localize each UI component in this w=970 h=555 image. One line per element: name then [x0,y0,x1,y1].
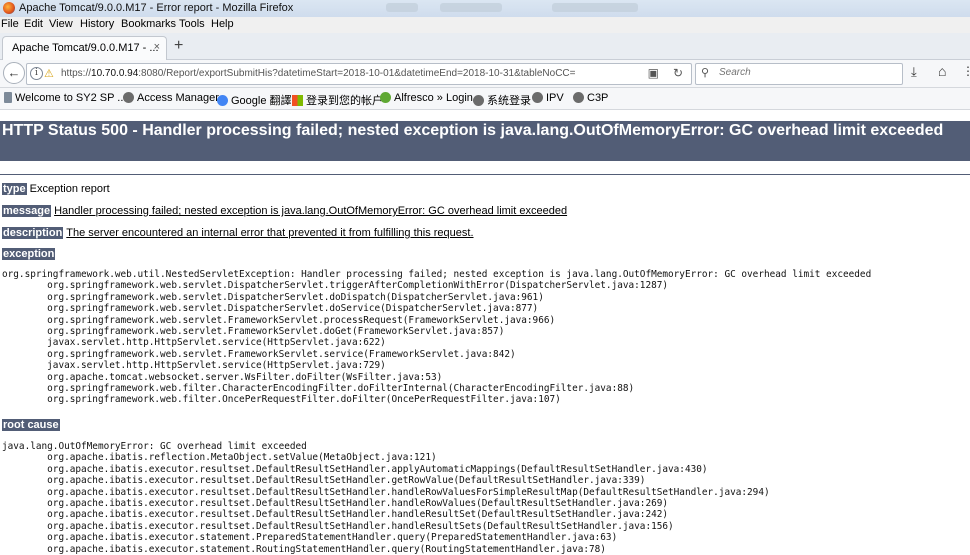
home-icon[interactable]: ⌂ [938,63,946,79]
trace-frame-line: org.apache.ibatis.executor.resultset.Def… [47,498,669,510]
trace-frame-line: javax.servlet.http.HttpServlet.service(H… [47,360,386,372]
bookmark-login-account[interactable]: 登录到您的帐户 [292,92,383,108]
page-content: HTTP Status 500 - Handler processing fai… [0,110,970,555]
type-label: type [2,183,27,195]
trace-frame-line: org.springframework.web.filter.Character… [47,383,635,395]
url-path: :8080/Report/exportSubmitHis?datetimeSta… [138,68,576,79]
bookmark-label: 登录到您的帐户 [306,95,383,107]
menu-help[interactable]: Help [211,18,234,30]
trace-frame-line: org.apache.ibatis.executor.resultset.Def… [47,520,674,532]
trace-frame-line: org.springframework.web.servlet.Dispatch… [47,303,539,315]
message-value: Handler processing failed; nested except… [54,205,568,217]
close-tab-icon[interactable]: × [154,41,160,53]
root-cause-label: root cause [2,419,60,431]
menu-bookmarks[interactable]: Bookmarks [121,18,176,30]
google-icon [217,95,228,106]
reader-view-icon[interactable]: ▣ [648,66,659,80]
menu-view[interactable]: View [49,18,73,30]
exception-stack-trace: org.springframework.web.util.NestedServl… [2,269,871,406]
address-bar[interactable]: i ⚠ https://10.70.0.94:8080/Report/expor… [26,63,692,85]
downloads-arrow-icon[interactable]: ⤓ [911,64,917,80]
trace-frame-line: org.apache.ibatis.executor.statement.Rou… [47,543,606,555]
url-prefix: https:// [61,68,92,79]
overflow-chevron-icon[interactable]: ⋮ [962,64,970,78]
trace-frame-line: org.apache.tomcat.websocket.server.WsFil… [47,371,443,383]
firefox-logo-icon [3,2,15,14]
globe-icon [123,92,134,103]
menu-edit[interactable]: Edit [24,18,43,30]
exception-label: exception [2,248,56,260]
blurred-taskbar-text [440,3,502,12]
bookmark-label: IPV [546,92,564,104]
bookmark-access-manager[interactable]: Access Manager [123,92,219,104]
trace-frame-line: org.springframework.web.filter.OncePerRe… [47,394,561,406]
type-row: type Exception report [2,183,110,195]
trace-header-line: org.springframework.web.util.NestedServl… [2,269,872,280]
menu-tools[interactable]: Tools [179,18,205,30]
tab-label: Apache Tomcat/9.0.0.M17 - ... [12,42,159,54]
info-icon[interactable]: i [30,67,43,80]
bookmark-label: C3P [587,92,609,104]
new-tab-plus-icon[interactable]: + [174,37,183,55]
trace-frame-line: org.springframework.web.servlet.Dispatch… [47,291,544,303]
search-box[interactable]: ⚲ [695,63,903,85]
bookmark-label: 系统登录 [487,95,531,107]
globe-icon [532,92,543,103]
trace-frame-line: org.apache.ibatis.executor.resultset.Def… [47,463,708,475]
bookmark-c3p[interactable]: C3P [573,92,608,104]
divider [0,174,970,175]
bookmark-alfresco[interactable]: Alfresco » Login [380,92,473,104]
message-row: message Handler processing failed; nested… [2,205,567,217]
trace-frame-line: org.springframework.web.servlet.Framewor… [47,314,556,326]
trace-frame-line: org.springframework.web.servlet.Dispatch… [47,280,669,292]
trace-frame-line: javax.servlet.http.HttpServlet.service(H… [47,337,386,349]
description-row: description The server encountered an int… [2,227,474,239]
globe-icon [473,95,484,106]
trace-frame-line: org.apache.ibatis.executor.resultset.Def… [47,475,646,487]
bookmark-welcome[interactable]: Welcome to SY2 SP ... [4,92,126,104]
menu-file[interactable]: File [1,18,19,30]
type-value: Exception report [29,183,110,195]
page-icon [4,92,12,103]
description-value: The server encountered an internal error… [66,227,474,239]
trace-frame-line: org.apache.ibatis.executor.resultset.Def… [47,486,770,498]
trace-frame-line: org.apache.ibatis.reflection.MetaObject.… [47,452,437,464]
tab-error-report[interactable]: Apache Tomcat/9.0.0.M17 - ... × [2,36,167,60]
microsoft-icon [292,95,303,106]
bookmark-system-login[interactable]: 系统登录 [473,92,531,108]
window-title: Apache Tomcat/9.0.0.M17 - Error report -… [19,2,294,14]
trace-frame-line: org.apache.ibatis.executor.statement.Pre… [47,532,618,544]
insecure-lock-warning-icon[interactable]: ⚠ [44,67,54,80]
blurred-taskbar-text [386,3,418,12]
tab-strip: Apache Tomcat/9.0.0.M17 - ... × + [0,33,970,60]
menu-bar: File Edit View History Bookmarks Tools H… [0,17,970,33]
trace-frame-line: org.apache.ibatis.executor.resultset.Def… [47,509,669,521]
alfresco-icon [380,92,391,103]
search-icon: ⚲ [701,67,710,79]
bookmark-label: Welcome to SY2 SP ... [15,92,127,104]
search-input[interactable] [717,66,891,79]
description-label: description [2,227,64,239]
message-label: message [2,205,52,217]
menu-history[interactable]: History [80,18,114,30]
trace-frame-line: org.springframework.web.servlet.Framewor… [47,326,505,338]
back-arrow-icon[interactable]: ← [3,62,25,84]
bookmark-ipv[interactable]: IPV [532,92,564,104]
url-host: 10.70.0.94 [91,68,139,79]
error-heading: HTTP Status 500 - Handler processing fai… [0,121,970,161]
bookmark-label: Alfresco » Login [394,92,473,104]
bookmark-label: Access Manager [137,92,219,104]
trace-header-line: java.lang.OutOfMemoryError: GC overhead … [2,441,307,452]
navigation-toolbar: ← i ⚠ https://10.70.0.94:8080/Report/exp… [0,60,970,88]
globe-icon [573,92,584,103]
bookmarks-toolbar: Welcome to SY2 SP ... Access Manager Goo… [0,88,970,110]
blurred-taskbar-text [552,3,638,12]
trace-frame-line: org.springframework.web.servlet.Framewor… [47,348,516,360]
url-text[interactable]: https://10.70.0.94:8080/Report/exportSub… [61,68,576,79]
bookmark-google-translate[interactable]: Google 翻譯 [217,92,292,108]
window-titlebar: Apache Tomcat/9.0.0.M17 - Error report -… [0,0,970,17]
root-cause-stack-trace: java.lang.OutOfMemoryError: GC overhead … [2,441,770,555]
reload-icon[interactable]: ↻ [673,66,683,80]
bookmark-label: Google 翻譯 [231,95,292,107]
